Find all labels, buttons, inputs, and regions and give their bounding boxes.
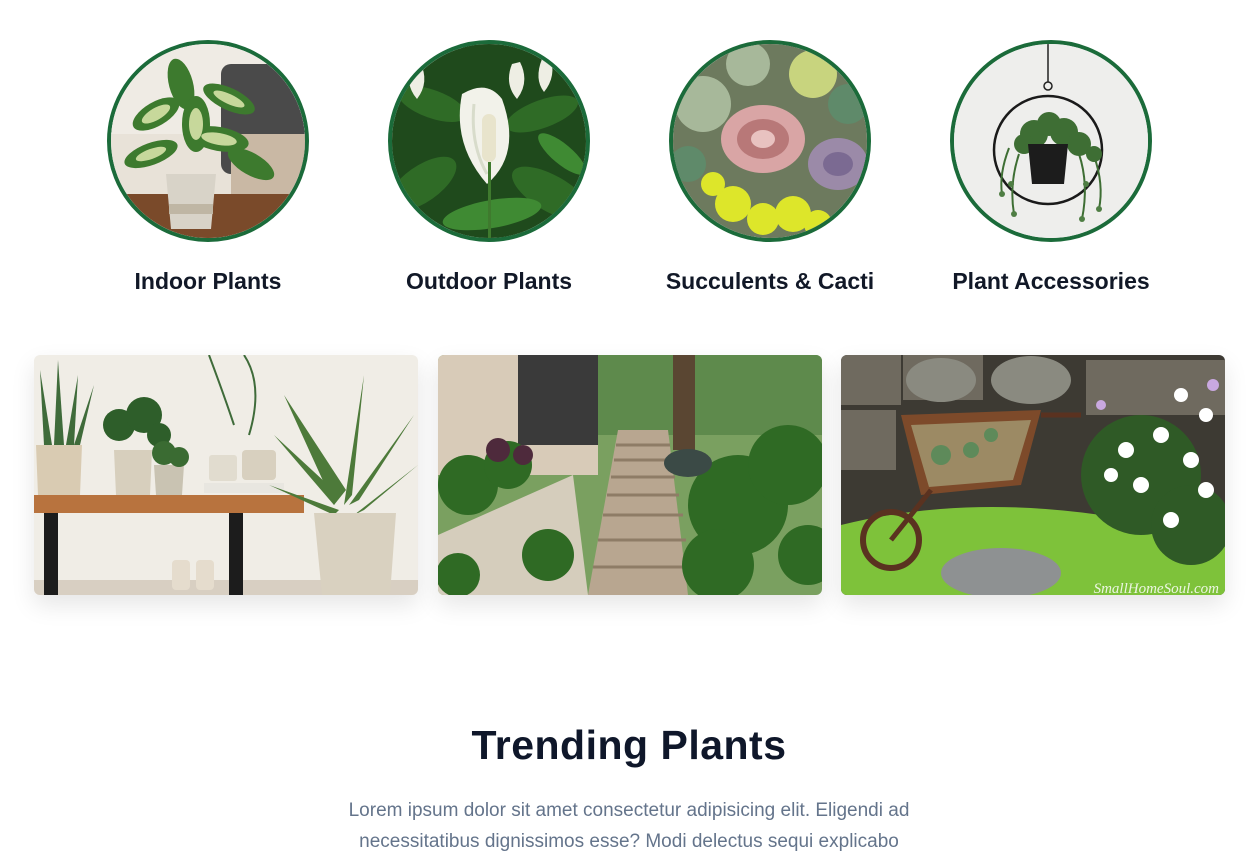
trending-description: Lorem ipsum dolor sit amet consectetur a…: [348, 800, 910, 852]
outdoor-plants-image[interactable]: [388, 40, 590, 242]
gallery-card-garden-steps[interactable]: [438, 355, 822, 595]
gallery-card-wheelbarrow[interactable]: SmallHomeSoul.com: [841, 355, 1225, 595]
category-label[interactable]: Succulents & Cacti: [640, 268, 900, 295]
succulents-image[interactable]: [669, 40, 871, 242]
category-succulents-cacti[interactable]: Succulents & Cacti: [640, 40, 900, 295]
category-label[interactable]: Outdoor Plants: [359, 268, 619, 295]
category-outdoor-plants[interactable]: Outdoor Plants: [359, 40, 619, 295]
gallery-card-indoor[interactable]: [34, 355, 418, 595]
image-watermark: SmallHomeSoul.com: [1094, 581, 1220, 595]
category-section: Indoor Plants Outdoor Plants Succulents …: [0, 0, 1258, 320]
plant-accessories-image[interactable]: [950, 40, 1152, 242]
category-indoor-plants[interactable]: Indoor Plants: [78, 40, 338, 295]
category-label[interactable]: Indoor Plants: [78, 268, 338, 295]
category-plant-accessories[interactable]: Plant Accessories: [921, 40, 1181, 295]
gallery: SmallHomeSoul.com: [34, 355, 1226, 595]
category-label[interactable]: Plant Accessories: [921, 268, 1181, 295]
trending-section: Trending Plants Lorem ipsum dolor sit am…: [0, 722, 1258, 857]
indoor-plants-image[interactable]: [107, 40, 309, 242]
trending-title: Trending Plants: [471, 722, 787, 768]
